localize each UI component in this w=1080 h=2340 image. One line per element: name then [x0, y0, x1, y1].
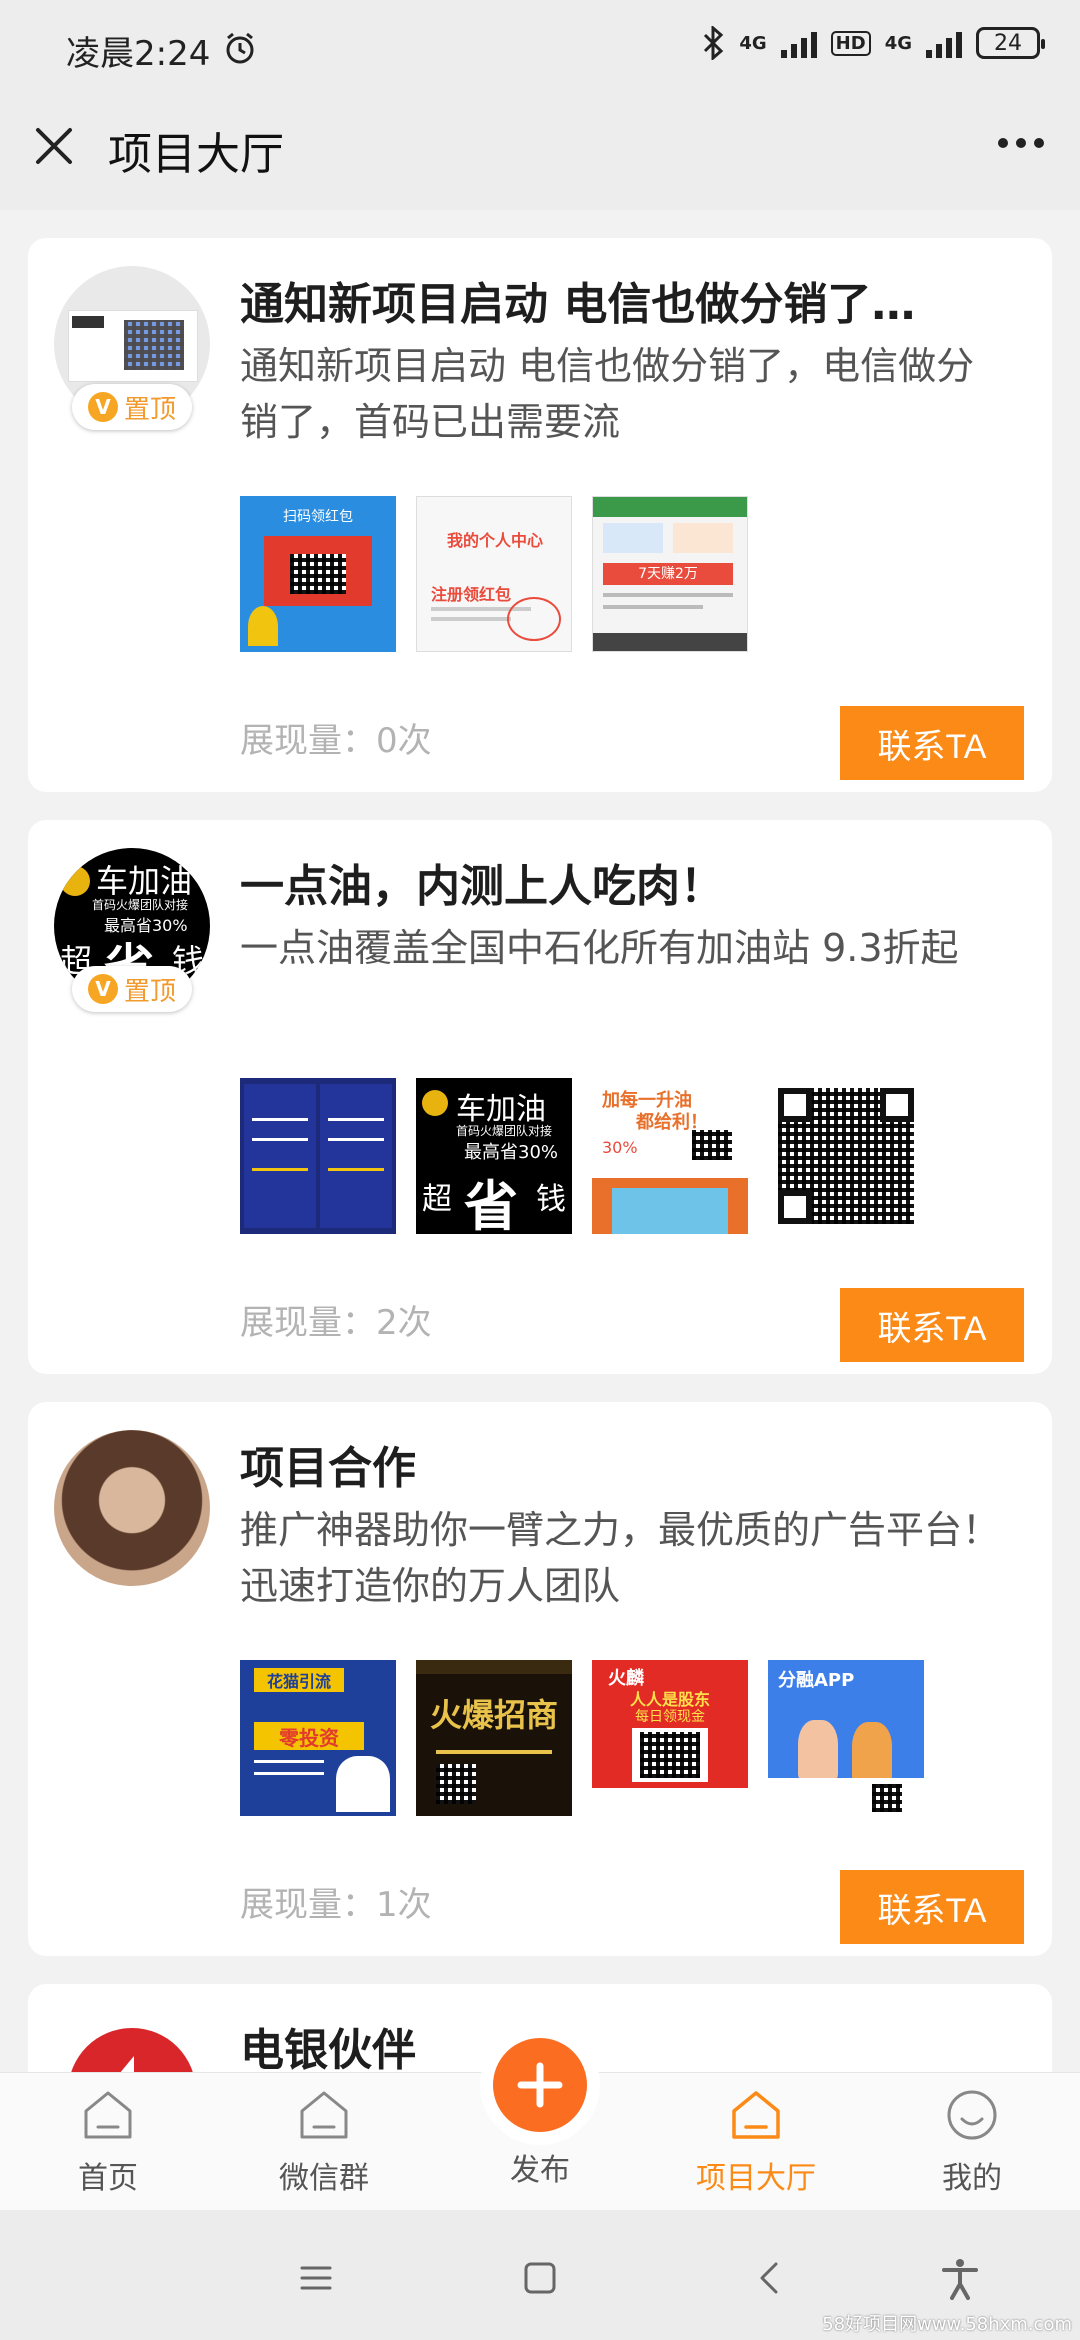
- signal-icon-2: [926, 28, 962, 58]
- alarm-icon: [226, 32, 254, 64]
- status-time: 凌晨2:24: [66, 34, 211, 74]
- battery-level: 24: [994, 30, 1022, 56]
- card-title: 项目合作: [240, 1443, 416, 1494]
- thumb-text: 每日领现金: [635, 1709, 705, 1725]
- thumb-text: 最高省30%: [464, 1142, 559, 1163]
- card-description: 通知新项目启动 电信也做分销了，电信做分销了，首码已出需要流: [240, 344, 975, 444]
- vip-icon: V: [87, 974, 118, 1004]
- thumbnail-image[interactable]: 我的个人中心 注册领红包: [416, 496, 572, 652]
- view-count: 展现量：2次: [240, 1303, 432, 1343]
- nav-label: 首页: [78, 2161, 138, 2196]
- card-title: 一点油，内测上人吃肉！: [240, 861, 724, 912]
- thumb-text: 我的个人中心: [446, 531, 543, 550]
- view-count: 展现量：0次: [240, 721, 432, 761]
- title-bar: 项目大厅: [0, 100, 1080, 210]
- thumb-text: 花猫引流: [254, 1668, 344, 1692]
- watermark: 58好项目网www.58hxm.com: [822, 2314, 1072, 2335]
- network-type-2: 4G: [884, 32, 912, 54]
- menu-icon[interactable]: [294, 2256, 338, 2300]
- pinned-badge: V 置顶: [72, 966, 192, 1012]
- contact-button[interactable]: 联系TA: [840, 1870, 1024, 1944]
- network-type-1: 4G: [739, 32, 767, 54]
- thumbnail-image[interactable]: 车加油 首码火爆团队对接 最高省30% 超 省 钱: [416, 1078, 572, 1234]
- avatar[interactable]: V 置顶: [54, 266, 214, 436]
- project-hall-icon: [732, 2091, 780, 2139]
- thumbnail-image[interactable]: 分融APP: [768, 1660, 924, 1816]
- image-thumbnails: 车加油 首码火爆团队对接 最高省30% 超 省 钱 加每一升油 都给利！ 30%: [240, 1078, 924, 1234]
- thumb-text: 钱: [536, 1182, 566, 1217]
- thumbnail-image[interactable]: 花猫引流 零投资: [240, 1660, 396, 1816]
- nav-label: 我的: [942, 2161, 1002, 2196]
- group-icon: [300, 2091, 348, 2139]
- pinned-label: 置顶: [123, 976, 176, 1007]
- thumb-text: 7天赚2万: [603, 563, 733, 585]
- nav-item-me[interactable]: 我的: [902, 2087, 1042, 2197]
- battery-icon: 24: [976, 27, 1045, 59]
- back-icon[interactable]: [748, 2256, 792, 2300]
- accessibility-icon[interactable]: [938, 2256, 982, 2300]
- more-options-icon[interactable]: [998, 138, 1044, 148]
- nav-item-project-hall[interactable]: 项目大厅: [686, 2087, 826, 2197]
- thumb-text: 省: [464, 1175, 518, 1234]
- nav-item-publish[interactable]: 发布: [470, 2025, 610, 2189]
- nav-item-wechat-groups[interactable]: 微信群: [254, 2087, 394, 2197]
- thumb-text: 扫码领红包: [283, 509, 353, 525]
- page-title: 项目大厅: [108, 129, 284, 180]
- thumb-text: 分融APP: [778, 1670, 855, 1691]
- avatar[interactable]: 车加油 首码火爆团队对接 最高省30% 超 省 钱 V 置顶: [54, 848, 214, 1018]
- bottom-navigation: 首页 微信群 发布 项目大厅 我的: [0, 2025, 1080, 2211]
- project-card[interactable]: 车加油 首码火爆团队对接 最高省30% 超 省 钱 V 置顶 一点油，内测上人吃…: [28, 820, 1052, 1374]
- smiley-icon: [947, 2090, 997, 2140]
- thumb-text: 零投资: [254, 1722, 364, 1750]
- thumbnail-image[interactable]: 火爆招商: [416, 1660, 572, 1816]
- image-thumbnails: 花猫引流 零投资 火爆招商 火麟 人人是股东 每日领现金 分融APP: [240, 1660, 924, 1816]
- home-square-icon[interactable]: [518, 2256, 562, 2300]
- thumb-text: 火爆招商: [429, 1696, 558, 1734]
- hd-badge: HD: [830, 30, 871, 56]
- contact-button[interactable]: 联系TA: [840, 706, 1024, 780]
- plus-icon: [517, 2062, 563, 2108]
- nav-label: 发布: [510, 2153, 570, 2188]
- qr-code-image[interactable]: [768, 1078, 924, 1234]
- thumbnail-image[interactable]: 扫码领红包: [240, 496, 396, 652]
- status-icons: 4G HD 4G 24: [701, 26, 1045, 60]
- card-title: 通知新项目启动 电信也做分销了…: [240, 279, 916, 330]
- status-bar: 凌晨2:24 4G HD 4G 24: [0, 0, 1080, 100]
- pinned-badge: V 置顶: [72, 384, 192, 430]
- nav-item-home[interactable]: 首页: [38, 2087, 178, 2197]
- bluetooth-icon: [704, 26, 724, 60]
- system-navigation-bar: 58好项目网www.58hxm.com: [0, 2210, 1080, 2340]
- nav-label: 微信群: [279, 2161, 369, 2196]
- vip-icon: V: [87, 392, 118, 422]
- view-count: 展现量：1次: [240, 1885, 432, 1925]
- thumb-text: 30%: [602, 1138, 638, 1157]
- card-title: 电银伙伴: [240, 2025, 416, 2076]
- thumbnail-image[interactable]: 7天赚2万: [592, 496, 748, 652]
- image-thumbnails: 扫码领红包 我的个人中心 注册领红包 7天赚2万: [240, 496, 748, 652]
- thumbnail-image[interactable]: 加每一升油 都给利！ 30%: [592, 1078, 748, 1234]
- avatar[interactable]: [54, 1430, 214, 1600]
- card-description: 一点油覆盖全国中石化所有加油站 9.3折起: [240, 926, 959, 970]
- thumb-text: 首码火爆团队对接: [456, 1124, 553, 1138]
- thumb-text: 超: [422, 1182, 452, 1217]
- avatar-text: 首码火爆团队对接: [92, 898, 189, 912]
- thumbnail-image[interactable]: 火麟 人人是股东 每日领现金: [592, 1660, 748, 1816]
- thumbnail-image[interactable]: [240, 1078, 396, 1234]
- nav-label: 项目大厅: [696, 2161, 816, 2196]
- contact-button[interactable]: 联系TA: [840, 1288, 1024, 1362]
- project-card[interactable]: V 置顶 通知新项目启动 电信也做分销了… 通知新项目启动 电信也做分销了，电信…: [28, 238, 1052, 792]
- close-icon[interactable]: [30, 122, 78, 170]
- pinned-label: 置顶: [123, 394, 176, 425]
- home-icon: [84, 2091, 132, 2139]
- project-card[interactable]: 项目合作 推广神器助你一臂之力，最优质的广告平台！迅速打造你的万人团队 花猫引流…: [28, 1402, 1052, 1956]
- signal-icon-1: [780, 28, 817, 58]
- card-description: 推广神器助你一臂之力，最优质的广告平台！迅速打造你的万人团队: [240, 1508, 1001, 1608]
